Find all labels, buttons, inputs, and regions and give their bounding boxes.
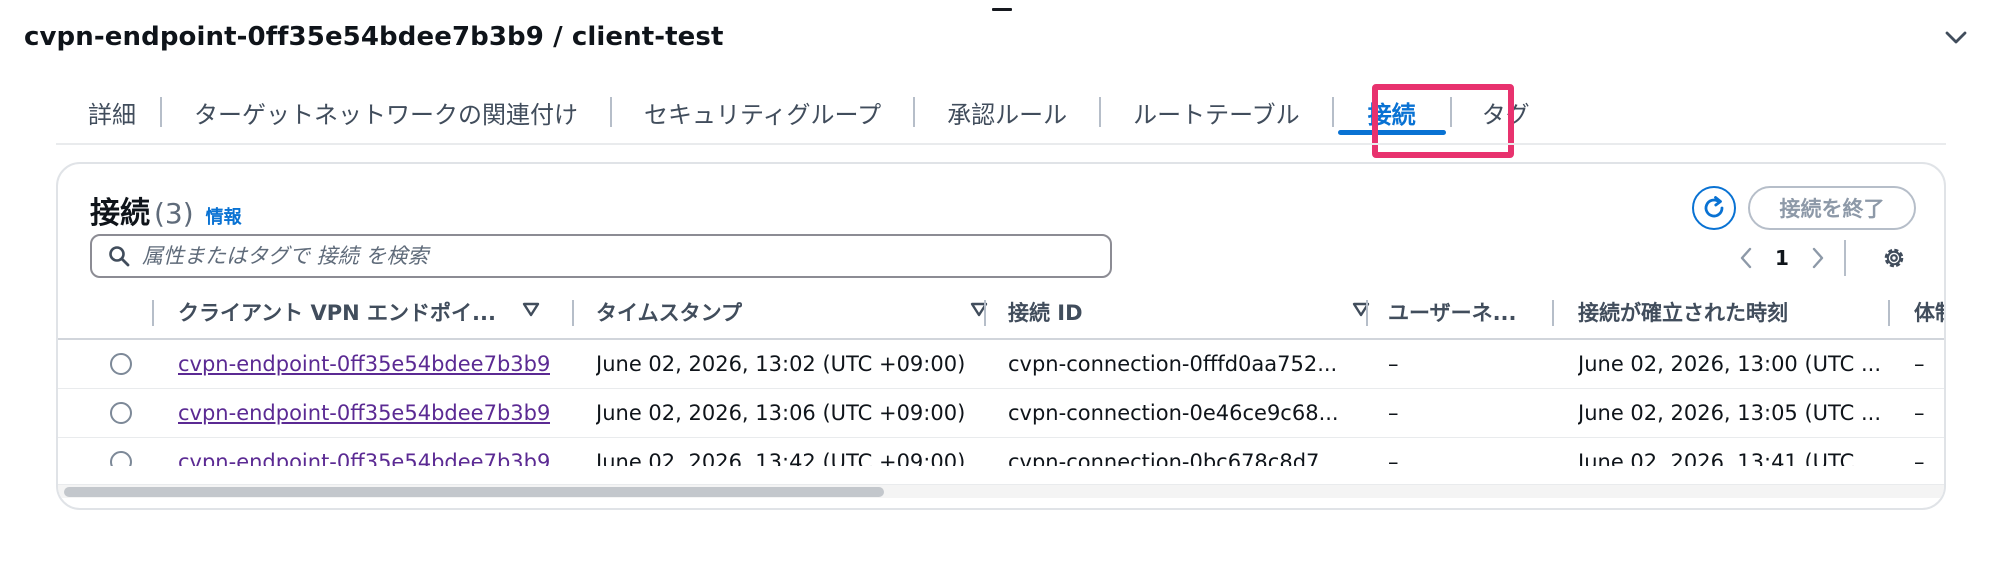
connections-panel: 接続 (3) 情報 接続を終了 1 [56, 162, 1946, 510]
column-header-connection-id[interactable]: 接続 ID [1008, 286, 1388, 338]
info-link[interactable]: 情報 [206, 203, 242, 229]
active-tab-indicator [1337, 130, 1446, 135]
drag-handle[interactable] [992, 8, 1012, 11]
column-header-label: 接続が確立された時刻 [1578, 301, 1788, 325]
column-separator [152, 300, 154, 326]
table-header: クライアント VPN エンドポイ... タイムスタンプ 接続 ID ユーザーネ.… [58, 286, 1944, 340]
column-separator [1552, 300, 1554, 326]
column-header-established-time[interactable]: 接続が確立された時刻 [1578, 286, 1878, 338]
connection-id-cell: cvpn-connection-0fffd0aa752... [1008, 352, 1338, 376]
row-select-radio[interactable] [110, 451, 132, 466]
tab-label: 承認ルール [947, 100, 1068, 129]
column-header-timestamp[interactable]: タイムスタンプ [596, 286, 1006, 338]
tab-label: セキュリティグループ [644, 100, 882, 129]
column-header-label: 体制 [1914, 301, 1944, 325]
column-separator [1366, 300, 1368, 326]
endpoint-id-link[interactable]: cvpn-endpoint-0ff35e54bdee7b3b9 [178, 401, 550, 425]
column-separator [984, 300, 986, 326]
tabs-divider [56, 143, 1946, 145]
chevron-left-icon [1740, 247, 1752, 269]
column-header-label: クライアント VPN エンドポイ... [178, 301, 496, 325]
established-time-cell: June 02, 2026, 13:41 (UTC ... [1578, 450, 1881, 466]
tab-connections[interactable]: 接続 [1334, 80, 1450, 144]
tab-details[interactable]: 詳細 [88, 80, 160, 144]
sort-down-icon[interactable] [522, 302, 540, 318]
settings-icon [1884, 248, 1904, 268]
column-header-label: 接続 ID [1008, 301, 1083, 325]
chevron-down-icon [1945, 31, 1967, 44]
search-icon [109, 246, 130, 267]
preferences-button[interactable] [1876, 240, 1912, 276]
endpoint-id-link[interactable]: cvpn-endpoint-0ff35e54bdee7b3b9 [178, 450, 550, 466]
table-row[interactable]: cvpn-endpoint-0ff35e54bdee7b3b9 June 02,… [58, 438, 1944, 466]
timestamp-cell: June 02, 2026, 13:42 (UTC +09:00) [596, 450, 966, 466]
current-page-number[interactable]: 1 [1762, 246, 1802, 270]
tab-authorization-rules[interactable]: 承認ルール [915, 80, 1099, 144]
connections-title: 接続 [90, 196, 150, 231]
collapse-panel-button[interactable] [1940, 24, 1972, 52]
established-time-cell: June 02, 2026, 13:05 (UTC ... [1578, 401, 1881, 425]
previous-page-button[interactable] [1730, 240, 1762, 276]
posture-cell: – [1914, 352, 1925, 376]
tab-label: 詳細 [88, 100, 136, 129]
search-input[interactable] [142, 244, 1062, 268]
scrollbar-thumb[interactable] [64, 487, 884, 497]
connections-header: 接続 (3) 情報 [90, 188, 242, 232]
tab-bar: 詳細 ターゲットネットワークの関連付け セキュリティグループ 承認ルール ルート… [88, 80, 1530, 144]
tab-label: 接続 [1367, 100, 1416, 129]
endpoint-id-link[interactable]: cvpn-endpoint-0ff35e54bdee7b3b9 [178, 352, 550, 376]
column-header-label: ユーザーネ... [1388, 301, 1517, 325]
posture-cell: – [1914, 401, 1925, 425]
column-header-posture[interactable]: 体制 [1914, 286, 1944, 338]
table-row[interactable]: cvpn-endpoint-0ff35e54bdee7b3b9 June 02,… [58, 340, 1944, 389]
connections-table: クライアント VPN エンドポイ... タイムスタンプ 接続 ID ユーザーネ.… [58, 286, 1944, 466]
connections-count: (3) [154, 197, 194, 230]
column-header-endpoint[interactable]: クライアント VPN エンドポイ... [178, 286, 558, 338]
tab-route-table[interactable]: ルートテーブル [1101, 80, 1332, 144]
row-select-radio[interactable] [110, 353, 132, 375]
timestamp-cell: June 02, 2026, 13:02 (UTC +09:00) [596, 352, 966, 376]
username-cell: – [1388, 401, 1399, 425]
username-cell: – [1388, 352, 1399, 376]
connection-id-cell: cvpn-connection-0e46ce9c68... [1008, 401, 1339, 425]
endpoint-link[interactable]: cvpn-endpoint-0ff35e54bdee7b3b9 [178, 389, 550, 437]
tab-tags[interactable]: タグ [1452, 80, 1530, 144]
pager-divider [1844, 240, 1846, 276]
endpoint-link[interactable]: cvpn-endpoint-0ff35e54bdee7b3b9 [178, 438, 550, 466]
tab-label: ターゲットネットワークの関連付け [194, 100, 578, 129]
panel-title: cvpn-endpoint-0ff35e54bdee7b3b9 / client… [24, 22, 724, 52]
end-connection-button[interactable]: 接続を終了 [1748, 186, 1916, 230]
horizontal-scrollbar[interactable] [58, 484, 1944, 498]
chevron-right-icon [1812, 247, 1824, 269]
refresh-button[interactable] [1692, 186, 1736, 230]
column-header-username[interactable]: ユーザーネ... [1388, 286, 1528, 338]
established-time-cell: June 02, 2026, 13:00 (UTC ... [1578, 352, 1881, 376]
username-cell: – [1388, 450, 1399, 466]
tab-target-network-associations[interactable]: ターゲットネットワークの関連付け [162, 80, 610, 144]
refresh-icon [1704, 196, 1724, 218]
table-row[interactable]: cvpn-endpoint-0ff35e54bdee7b3b9 June 02,… [58, 389, 1944, 438]
tab-label: ルートテーブル [1133, 100, 1300, 129]
endpoint-link[interactable]: cvpn-endpoint-0ff35e54bdee7b3b9 [178, 340, 550, 388]
column-separator [1888, 300, 1890, 326]
column-separator [572, 300, 574, 326]
next-page-button[interactable] [1802, 240, 1834, 276]
search-field[interactable] [90, 234, 1112, 278]
column-header-label: タイムスタンプ [596, 301, 742, 325]
connection-id-cell: cvpn-connection-0bc678c8d7... [1008, 450, 1340, 466]
tab-security-groups[interactable]: セキュリティグループ [612, 80, 913, 144]
row-select-radio[interactable] [110, 402, 132, 424]
tab-label: タグ [1481, 100, 1530, 129]
posture-cell: – [1914, 450, 1925, 466]
pagination: 1 [1730, 238, 1846, 278]
timestamp-cell: June 02, 2026, 13:06 (UTC +09:00) [596, 401, 966, 425]
